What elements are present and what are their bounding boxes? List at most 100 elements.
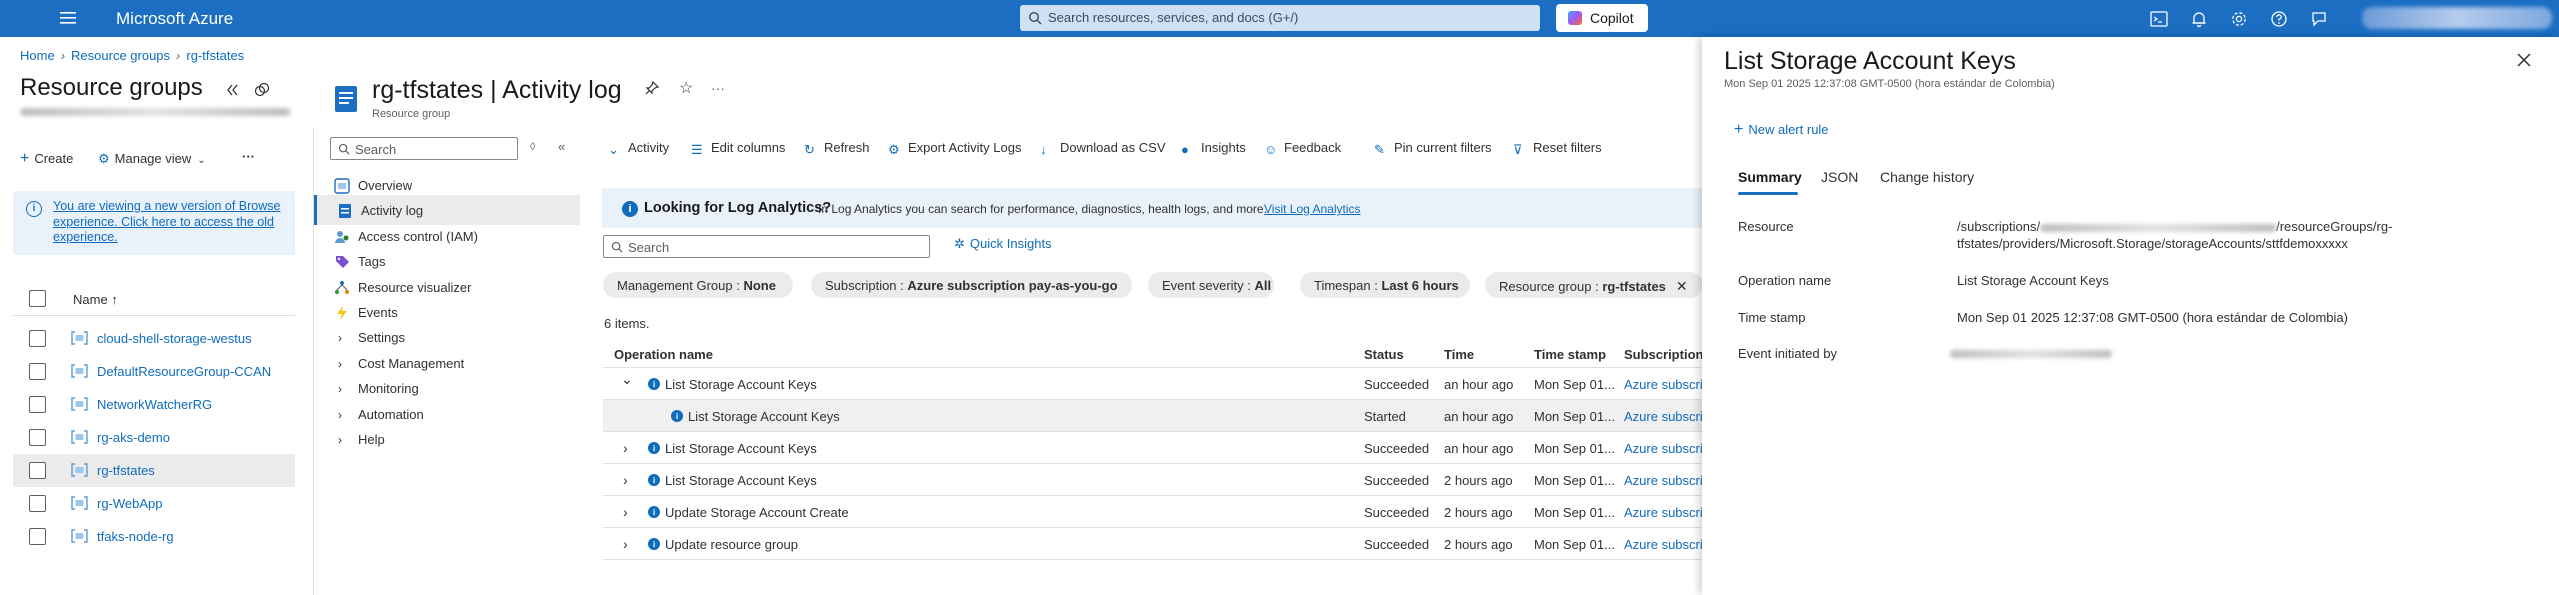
tab-summary[interactable]: Summary (1738, 169, 1802, 185)
expand-chevron-icon[interactable]: › (623, 536, 628, 552)
refresh-button[interactable]: ↻ Refresh (804, 140, 870, 157)
visit-log-analytics-link[interactable]: Visit Log Analytics (1264, 202, 1361, 216)
account-avatar-redacted[interactable] (2362, 7, 2552, 29)
reset-filters-button[interactable]: ⊽ Reset filters (1513, 140, 1602, 157)
nav-item-label: Resource visualizer (358, 279, 472, 295)
resource-group-row[interactable]: NetworkWatcherRG (13, 388, 295, 421)
manage-view-button[interactable]: ⚙ Manage view ⌄ (98, 151, 206, 167)
row-checkbox[interactable] (29, 495, 46, 512)
breadcrumb-resource-groups[interactable]: Resource groups (71, 48, 170, 63)
resource-group-row[interactable]: tfaks-node-rg (13, 520, 295, 553)
table-row[interactable]: ⌄ i List Storage Account Keys Succeeded … (603, 368, 1710, 400)
resource-group-row[interactable]: DefaultResourceGroup-CCAN (13, 355, 295, 388)
table-row[interactable]: › i List Storage Account Keys Succeeded … (603, 432, 1710, 464)
breadcrumb-home[interactable]: Home (20, 48, 55, 63)
resource-group-link[interactable]: rg-WebApp (97, 496, 163, 511)
subscription-link[interactable]: Azure subscrip (1624, 537, 1710, 552)
column-operation-name[interactable]: Operation name (614, 347, 713, 362)
resource-group-row[interactable]: rg-tfstates (13, 454, 295, 487)
feedback-button[interactable]: ☺ Feedback (1264, 140, 1342, 157)
quick-insights-label: Quick Insights (969, 236, 1052, 251)
table-row[interactable]: › i Update resource group Succeeded 2 ho… (603, 528, 1710, 560)
filter-event-severity[interactable]: Event severity : All (1148, 272, 1274, 298)
create-button[interactable]: + Create (20, 150, 73, 168)
subscription-link[interactable]: Azure subscrip (1624, 409, 1710, 424)
resource-group-link[interactable]: rg-aks-demo (97, 430, 170, 445)
row-checkbox[interactable] (29, 528, 46, 545)
notifications-bell-icon[interactable] (2189, 9, 2209, 29)
nav-item-help[interactable]: › Help (314, 424, 580, 454)
resource-group-row[interactable]: rg-aks-demo (13, 421, 295, 454)
filter-subscription[interactable]: Subscription : Azure subscription pay-as… (811, 272, 1132, 298)
more-button[interactable]: ··· (242, 149, 255, 164)
global-search-input[interactable]: Search resources, services, and docs (G+… (1020, 5, 1540, 31)
resource-group-link[interactable]: DefaultResourceGroup-CCAN (97, 364, 271, 379)
favorite-star-icon[interactable]: ☆ (679, 78, 693, 98)
tab-json[interactable]: JSON (1821, 169, 1858, 185)
column-subscription[interactable]: Subscription (1624, 347, 1703, 362)
column-time-stamp[interactable]: Time stamp (1534, 347, 1606, 362)
more-options-icon[interactable]: ··· (711, 80, 725, 96)
nav-item-label: Help (358, 432, 385, 447)
hamburger-menu-icon[interactable] (60, 9, 80, 27)
settings-gear-icon[interactable] (2229, 9, 2249, 29)
lightbulb-icon: ✲ (954, 236, 965, 251)
pin-current-filters-button[interactable]: ✎ Pin current filters (1374, 140, 1492, 157)
pin-icon[interactable] (645, 81, 659, 95)
resource-group-link[interactable]: cloud-shell-storage-westus (97, 331, 252, 346)
tab-change-history[interactable]: Change history (1880, 169, 1974, 185)
subscription-link[interactable]: Azure subscrip (1624, 377, 1710, 392)
nav-search-options-icon[interactable]: ◊ (530, 141, 535, 153)
resource-group-row[interactable]: rg-WebApp (13, 487, 295, 520)
activity-dropdown-button[interactable]: ⌄ Activity (608, 140, 669, 157)
nav-search-input[interactable]: Search (330, 137, 518, 160)
column-time[interactable]: Time (1444, 347, 1474, 362)
new-alert-rule-button[interactable]: + New alert rule (1734, 121, 1829, 139)
close-icon[interactable] (2516, 52, 2532, 68)
row-checkbox[interactable] (29, 429, 46, 446)
subscription-link[interactable]: Azure subscrip (1624, 473, 1710, 488)
breadcrumb-rg-tfstates[interactable]: rg-tfstates (186, 48, 244, 63)
filter-resource-group[interactable]: Resource group : rg-tfstates ✕ (1485, 272, 1703, 298)
table-row[interactable]: › i Update Storage Account Create Succee… (603, 496, 1710, 528)
row-checkbox[interactable] (29, 330, 46, 347)
table-row[interactable]: › i List Storage Account Keys Succeeded … (603, 464, 1710, 496)
filter-timespan[interactable]: Timespan : Last 6 hours (1300, 272, 1470, 298)
expand-chevron-icon[interactable]: ⌄ (621, 371, 633, 388)
resource-group-row[interactable]: cloud-shell-storage-westus (13, 322, 295, 355)
row-checkbox[interactable] (29, 363, 46, 380)
filter-key: Event severity : (1162, 278, 1255, 293)
row-checkbox[interactable] (29, 462, 46, 479)
cloud-shell-icon[interactable] (2149, 9, 2169, 29)
row-checkbox[interactable] (29, 396, 46, 413)
feedback-icon[interactable] (2309, 9, 2329, 29)
quick-insights-link[interactable]: ✲ Quick Insights (954, 236, 1052, 252)
activity-search-input[interactable]: Search (603, 235, 930, 258)
pin-copy-icon[interactable] (254, 82, 270, 98)
resource-group-link[interactable]: tfaks-node-rg (97, 529, 174, 544)
filter-management-group[interactable]: Management Group : None (603, 272, 793, 298)
resource-group-link[interactable]: NetworkWatcherRG (97, 397, 212, 412)
column-status[interactable]: Status (1364, 347, 1404, 362)
subscription-link[interactable]: Azure subscrip (1624, 441, 1710, 456)
expand-chevron-icon[interactable]: › (623, 440, 628, 456)
download-csv-button[interactable]: ↓ Download as CSV (1040, 140, 1166, 157)
brand-title[interactable]: Microsoft Azure (116, 9, 233, 29)
cmd-label: Feedback (1284, 140, 1342, 155)
notice-link[interactable]: You are viewing a new version of Browse … (53, 199, 289, 246)
help-icon[interactable] (2269, 9, 2289, 29)
export-activity-logs-button[interactable]: ⚙ Export Activity Logs (888, 140, 1021, 157)
insights-button[interactable]: ● Insights (1181, 140, 1246, 157)
remove-filter-icon[interactable]: ✕ (1676, 278, 1688, 294)
collapse-nav-icon[interactable]: « (558, 139, 565, 154)
resource-group-link[interactable]: rg-tfstates (97, 463, 155, 478)
name-column-header[interactable]: Name ↑ (73, 292, 118, 307)
select-all-checkbox[interactable] (29, 290, 46, 307)
copilot-button[interactable]: Copilot (1556, 4, 1648, 32)
collapse-chevrons-icon[interactable] (225, 83, 239, 97)
expand-chevron-icon[interactable]: › (623, 472, 628, 488)
table-row[interactable]: i List Storage Account Keys Started an h… (603, 400, 1710, 432)
subscription-link[interactable]: Azure subscrip (1624, 505, 1710, 520)
expand-chevron-icon[interactable]: › (623, 504, 628, 520)
edit-columns-button[interactable]: ☰ Edit columns (691, 140, 785, 157)
